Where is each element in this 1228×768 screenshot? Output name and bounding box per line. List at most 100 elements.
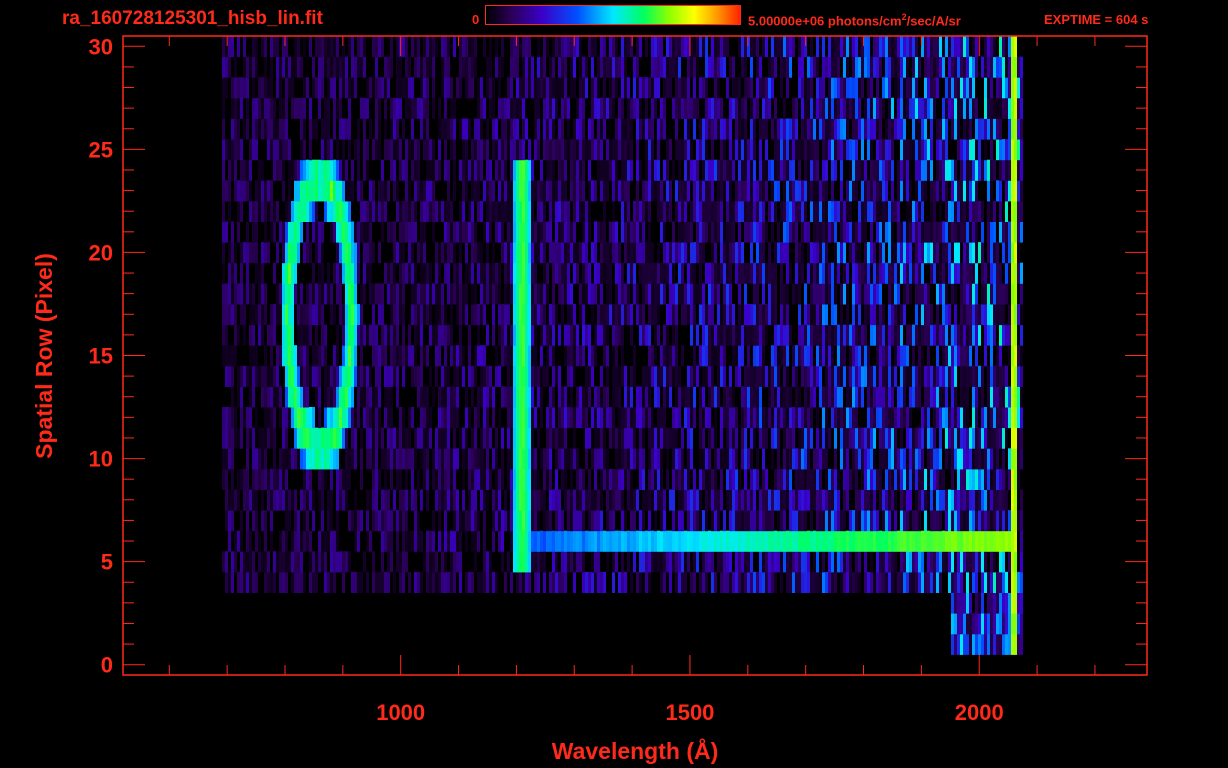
heatmap-cell [912,510,915,532]
heatmap-cell [300,345,303,367]
heatmap-cell [330,180,333,202]
heatmap-cell [300,407,303,429]
heatmap-cell [792,118,795,140]
heatmap-cell [852,571,855,593]
heatmap-cell [294,221,297,243]
heatmap-cell [636,159,639,181]
heatmap-cell [417,386,420,408]
heatmap-cell [855,180,858,202]
heatmap-cell [327,139,330,161]
heatmap-cell [336,386,339,408]
heatmap-cell [564,530,567,552]
heatmap-cell [459,530,462,552]
heatmap-cell [456,448,459,470]
heatmap-cell [843,324,846,346]
heatmap-cell [771,386,774,408]
heatmap-cell [786,262,789,284]
heatmap-cell [570,159,573,181]
heatmap-cell [972,180,975,202]
heatmap-cell [738,468,741,490]
heatmap-cell [861,510,864,532]
heatmap-cell [957,118,960,140]
heatmap-cell [807,262,810,284]
heatmap-cell [240,571,243,593]
heatmap-cell [990,386,993,408]
heatmap-cell [414,200,417,222]
heatmap-cell [855,530,858,552]
heatmap-cell [273,324,276,346]
heatmap-cell [843,200,846,222]
heatmap-cell [234,180,237,202]
heatmap-cell [303,304,306,326]
heatmap-cell [852,262,855,284]
heatmap-cell [555,242,558,264]
heatmap-cell [816,571,819,593]
heatmap-cell [516,242,519,264]
heatmap-cell [942,551,945,573]
heatmap-cell [909,200,912,222]
heatmap-cell [546,180,549,202]
heatmap-cell [264,571,267,593]
heatmap-cell [852,159,855,181]
heatmap-cell [339,180,342,202]
heatmap-cell [948,510,951,532]
heatmap-cell [513,180,516,202]
heatmap-cell [984,159,987,181]
heatmap-cell [702,139,705,161]
heatmap-cell [222,221,225,243]
heatmap-cell [783,345,786,367]
heatmap-cell [324,407,327,429]
heatmap-cell [348,262,351,284]
heatmap-cell [783,324,786,346]
heatmap-cell [1008,571,1011,593]
heatmap-cell [963,242,966,264]
heatmap-cell [744,304,747,326]
heatmap-cell [705,345,708,367]
heatmap-cell [513,468,516,490]
heatmap-cell [939,448,942,470]
heatmap-cell [537,489,540,511]
heatmap-cell [855,448,858,470]
heatmap-cell [513,427,516,449]
heatmap-cell [633,345,636,367]
heatmap-cell [1005,571,1008,593]
heatmap-cell [597,551,600,573]
heatmap-cell [789,324,792,346]
heatmap-cell [351,283,354,305]
heatmap-cell [1020,304,1023,326]
heatmap-cell [684,200,687,222]
heatmap-cell [279,571,282,593]
heatmap-cell [768,489,771,511]
heatmap-cell [996,468,999,490]
heatmap-cell [654,386,657,408]
heatmap-cell [609,468,612,490]
heatmap-cell [576,139,579,161]
heatmap-cell [768,571,771,593]
heatmap-cell [633,407,636,429]
heatmap-cell [318,468,321,490]
heatmap-cell [222,159,225,181]
heatmap-cell [816,262,819,284]
heatmap-cell [645,180,648,202]
heatmap-cell [543,283,546,305]
heatmap-cell [648,118,651,140]
heatmap-cell [483,345,486,367]
heatmap-cell [501,448,504,470]
heatmap-cell [906,180,909,202]
heatmap-cell [1008,345,1011,367]
heatmap-cell [477,262,480,284]
heatmap-cell [699,530,702,552]
heatmap-cell [522,386,525,408]
heatmap-cell [681,468,684,490]
heatmap-cell [570,242,573,264]
heatmap-cell [423,304,426,326]
heatmap-cell [747,159,750,181]
heatmap-cell [708,118,711,140]
heatmap-cell [612,510,615,532]
heatmap-cell [684,283,687,305]
heatmap-cell [651,551,654,573]
heatmap-cell [453,427,456,449]
heatmap-cell [909,530,912,552]
heatmap-cell [756,221,759,243]
heatmap-cell [726,118,729,140]
